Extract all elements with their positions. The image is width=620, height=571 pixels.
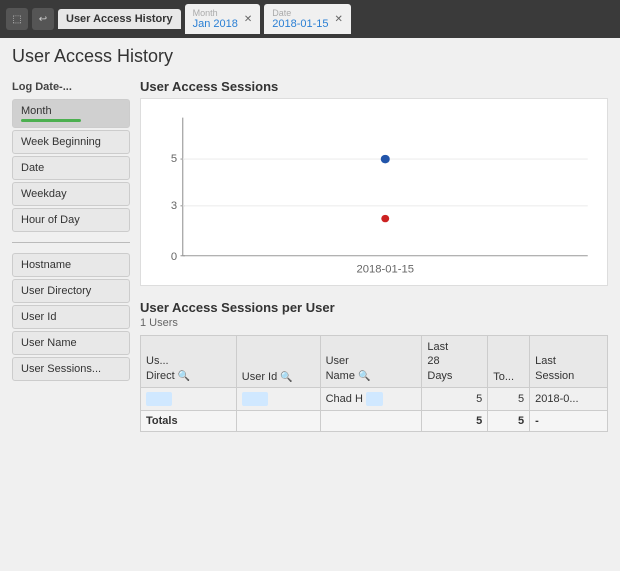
sessions-per-user-title: User Access Sessions per User — [140, 300, 608, 315]
svg-text:5: 5 — [171, 154, 177, 166]
toolbar-icons: ⬚ ↩ — [6, 8, 54, 30]
td-to: 5 — [488, 387, 530, 410]
sidebar-item-weekday[interactable]: Weekday — [12, 182, 130, 206]
log-date-label: Log Date-... — [12, 81, 130, 93]
sidebar-item-hostname[interactable]: Hostname — [12, 253, 130, 277]
td-us-directory — [141, 387, 237, 410]
user-count: 1 Users — [140, 317, 608, 329]
cell-us-directory-value — [146, 392, 172, 406]
th-last-session: LastSession — [530, 336, 608, 388]
data-point-red — [381, 215, 389, 222]
th-user-name-label: UserName — [326, 355, 355, 381]
sidebar-date-label: Date — [21, 162, 44, 174]
main-content: User Access Sessions 0 3 5 — [140, 79, 608, 432]
page-content: User Access History Log Date-... Month W… — [0, 38, 620, 440]
th-user-id-label: User Id — [242, 371, 277, 383]
cell-user-id-value — [242, 392, 268, 406]
table-totals-row: Totals 5 5 - — [141, 410, 608, 431]
search-icon-dir[interactable]: 🔍 — [178, 371, 190, 382]
sidebar-item-user-directory[interactable]: User Directory — [12, 279, 130, 303]
date-tab-label: Date — [272, 8, 328, 18]
date-tab-close[interactable]: ✕ — [335, 14, 343, 25]
sidebar-item-user-sessions[interactable]: User Sessions... — [12, 357, 130, 381]
month-tab-value: Jan 2018 — [193, 18, 238, 30]
expand-icon[interactable]: ⬚ — [6, 8, 28, 30]
data-point-blue — [381, 155, 390, 164]
main-layout: Log Date-... Month Week Beginning Date W… — [12, 79, 608, 432]
td-totals-ls: - — [530, 410, 608, 431]
sidebar-item-user-name[interactable]: User Name — [12, 331, 130, 355]
sidebar-item-month[interactable]: Month — [12, 99, 130, 128]
svg-text:3: 3 — [171, 200, 177, 212]
cell-user-name-suffix — [366, 392, 383, 406]
table-header-row: Us...Direct 🔍 User Id 🔍 UserName 🔍 — [141, 336, 608, 388]
sidebar-user-sessions-label: User Sessions... — [21, 363, 101, 375]
sidebar-item-hour-of-day[interactable]: Hour of Day — [12, 208, 130, 232]
active-panel-tab[interactable]: User Access History — [58, 9, 181, 29]
month-tab-close[interactable]: ✕ — [244, 14, 252, 25]
td-totals-label: Totals — [141, 410, 237, 431]
date-tab[interactable]: Date 2018-01-15 ✕ — [264, 4, 351, 34]
td-totals-to: 5 — [488, 410, 530, 431]
svg-text:2018-01-15: 2018-01-15 — [356, 264, 414, 276]
table-row: Chad H 5 5 2018-0... — [141, 387, 608, 410]
chart-svg: 0 3 5 — [149, 107, 599, 277]
chart-container: 0 3 5 — [140, 98, 608, 286]
sidebar: Log Date-... Month Week Beginning Date W… — [12, 79, 130, 432]
td-user-name: Chad H — [320, 387, 422, 410]
td-totals-l28: 5 — [422, 410, 488, 431]
svg-text:0: 0 — [171, 251, 177, 263]
chart-area: 0 3 5 — [149, 107, 599, 277]
td-totals-uid — [236, 410, 320, 431]
sidebar-weekday-label: Weekday — [21, 188, 67, 200]
sidebar-divider — [12, 242, 130, 243]
th-user-id: User Id 🔍 — [236, 336, 320, 388]
sidebar-hostname-label: Hostname — [21, 259, 71, 271]
sidebar-item-date[interactable]: Date — [12, 156, 130, 180]
date-tab-value: 2018-01-15 — [272, 18, 328, 30]
sidebar-item-week-beginning[interactable]: Week Beginning — [12, 130, 130, 154]
th-to-label: To... — [493, 371, 514, 383]
sidebar-user-id-label: User Id — [21, 311, 56, 323]
sidebar-week-label: Week Beginning — [21, 136, 101, 148]
th-last-session-label: LastSession — [535, 355, 574, 381]
th-us-directory: Us...Direct 🔍 — [141, 336, 237, 388]
top-bar: ⬚ ↩ User Access History Month Jan 2018 ✕… — [0, 0, 620, 38]
sidebar-hour-label: Hour of Day — [21, 214, 80, 226]
td-totals-uname — [320, 410, 422, 431]
page-title: User Access History — [12, 46, 608, 67]
td-user-id — [236, 387, 320, 410]
sessions-table: Us...Direct 🔍 User Id 🔍 UserName 🔍 — [140, 335, 608, 432]
th-to: To... — [488, 336, 530, 388]
search-icon-uid[interactable]: 🔍 — [280, 372, 292, 383]
sidebar-month-label: Month — [21, 105, 52, 117]
th-last-28-label: Last28Days — [427, 341, 452, 382]
td-last-session: 2018-0... — [530, 387, 608, 410]
month-tab[interactable]: Month Jan 2018 ✕ — [185, 4, 261, 34]
th-us-dir-label: Us...Direct — [146, 355, 175, 381]
sidebar-user-directory-label: User Directory — [21, 285, 91, 297]
cell-user-name-value: Chad H — [326, 393, 363, 405]
td-last-28-days: 5 — [422, 387, 488, 410]
th-last-28-days: Last28Days — [422, 336, 488, 388]
sidebar-item-user-id[interactable]: User Id — [12, 305, 130, 329]
month-tab-label: Month — [193, 8, 238, 18]
month-bar-indicator — [21, 119, 81, 122]
search-icon-uname[interactable]: 🔍 — [358, 371, 370, 382]
chart-title: User Access Sessions — [140, 79, 608, 94]
th-user-name: UserName 🔍 — [320, 336, 422, 388]
sidebar-user-name-label: User Name — [21, 337, 77, 349]
active-panel-label: User Access History — [66, 13, 173, 25]
back-icon[interactable]: ↩ — [32, 8, 54, 30]
